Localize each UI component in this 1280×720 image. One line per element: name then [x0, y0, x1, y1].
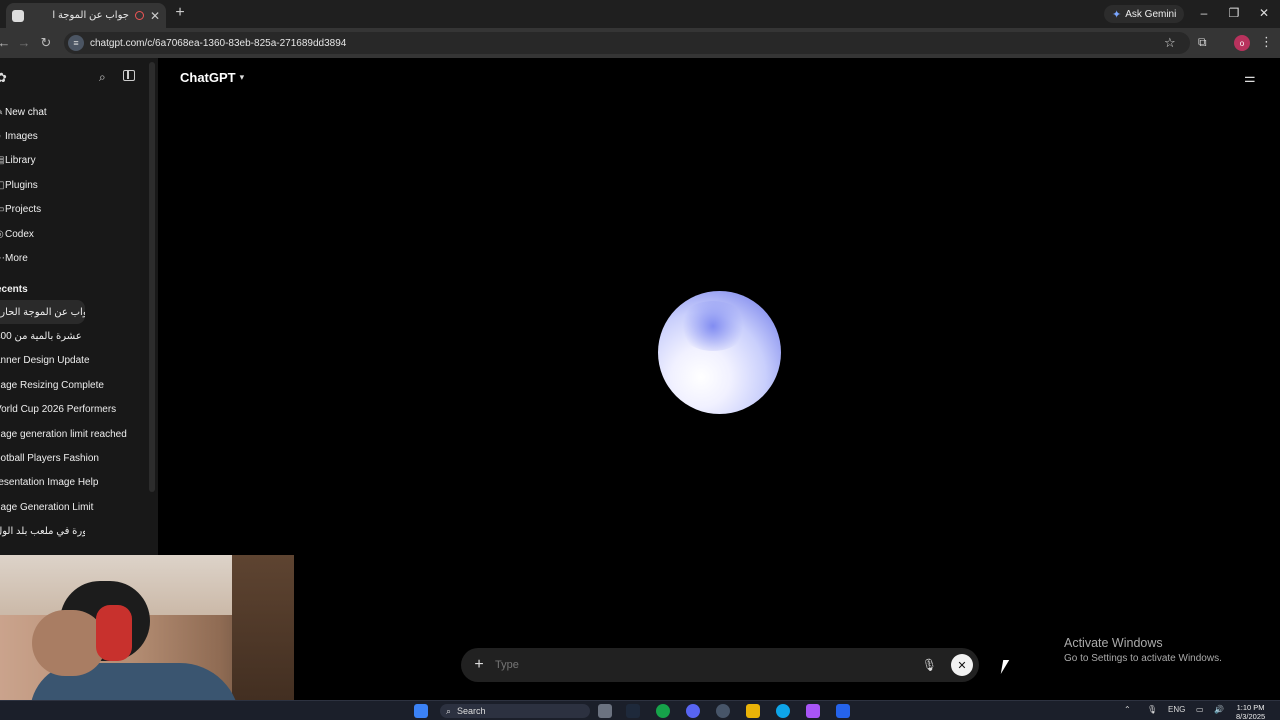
sidebar-item-label: Projects: [5, 204, 42, 216]
recent-chat-item[interactable]: صورة في ملعب بلد الول: [0, 520, 85, 544]
sidebar-item-plugins[interactable]: ◫Plugins: [0, 173, 158, 197]
recent-chat-item[interactable]: عشرة بالمية من 400: [0, 324, 85, 348]
network-icon[interactable]: ▭: [1196, 705, 1204, 714]
chatgpt-favicon-icon: [12, 9, 24, 22]
extensions-icon[interactable]: ⧉: [1198, 35, 1207, 50]
model-title: ChatGPT: [180, 70, 236, 85]
openai-logo-icon[interactable]: ✿: [0, 70, 7, 86]
sidebar-nav: ✎New chat ◌Images ▤Library ◫Plugins ▭Pro…: [0, 100, 158, 271]
mouse-cursor: [1000, 660, 1010, 674]
browser-tab[interactable]: جواب عن الموجة الحارة ✕: [6, 3, 166, 28]
recent-chat-item[interactable]: nage Generation Limit: [0, 495, 144, 519]
minimize-icon[interactable]: –: [1197, 6, 1211, 20]
clock-date: 8/3/2025: [1236, 712, 1266, 720]
sidebar-item-label: Library: [5, 155, 36, 167]
language-indicator[interactable]: ENG: [1168, 705, 1185, 714]
tray-mic-icon[interactable]: 🎙: [1147, 705, 1157, 714]
recording-indicator-icon: [134, 11, 144, 20]
recent-chat-item[interactable]: anner Design Update: [0, 349, 144, 373]
sidebar-item-label: Plugins: [5, 179, 38, 191]
browser-menu-icon[interactable]: ⋮: [1260, 34, 1273, 50]
bookmark-star-icon[interactable]: ☆: [1164, 35, 1176, 51]
webcam-door: [232, 555, 294, 719]
recent-chat-item[interactable]: Vorld Cup 2026 Performers: [0, 398, 144, 422]
gemini-sparkle-icon: ✦: [1112, 8, 1122, 21]
webcam-person-face: [32, 610, 106, 676]
edge-icon[interactable]: [776, 704, 790, 718]
sidebar-item-label: Codex: [5, 228, 34, 240]
recent-chat-item[interactable]: resentation Image Help: [0, 471, 144, 495]
obs-icon[interactable]: [716, 704, 730, 718]
sidebar-item-library[interactable]: ▤Library: [0, 149, 158, 173]
search-icon[interactable]: ⌕: [99, 70, 106, 85]
taskbar-search[interactable]: ⌕ Search: [440, 704, 590, 718]
site-info-icon[interactable]: ≡: [68, 35, 84, 51]
watermark-subtitle: Go to Settings to activate Windows.: [1064, 653, 1222, 664]
search-icon: ⌕: [446, 705, 452, 716]
recent-chat-item[interactable]: جواب عن الموجة الحارة: [0, 300, 85, 325]
voice-composer-bar: + 🎙 ✕: [461, 648, 979, 682]
browser-tab-strip: جواب عن الموجة الحارة ✕ + ✦ Ask Gemini –…: [0, 0, 1280, 28]
sidebar-item-images[interactable]: ◌Images: [0, 124, 158, 148]
store-icon[interactable]: [836, 704, 850, 718]
sidebar-item-label: New chat: [5, 106, 47, 118]
address-bar[interactable]: ≡ chatgpt.com/c/6a7068ea-1360-83eb-825a-…: [64, 32, 1190, 54]
message-input[interactable]: [495, 659, 922, 671]
forward-icon[interactable]: →: [16, 35, 32, 50]
watermark-title: Activate Windows: [1064, 636, 1163, 650]
recent-chat-item[interactable]: nage Resizing Complete: [0, 373, 144, 397]
browser-toolbar: ← → ↻ ≡ chatgpt.com/c/6a7068ea-1360-83eb…: [0, 28, 1280, 58]
restore-icon[interactable]: ❐: [1227, 6, 1241, 20]
windows-start-icon[interactable]: [414, 704, 428, 718]
webcam-headset: [96, 605, 132, 661]
microphone-icon[interactable]: 🎙: [922, 658, 937, 672]
new-tab-button[interactable]: +: [172, 4, 188, 22]
close-tab-icon[interactable]: ✕: [150, 9, 160, 23]
windows-taskbar: ⌕ Search ⌃ 🎙 ENG ▭ 🔊 1:10 PM 8/3/2025: [0, 700, 1280, 720]
sidebar-item-label: Images: [5, 131, 38, 143]
taskbar-clock[interactable]: 1:10 PM 8/3/2025: [1236, 703, 1265, 720]
voice-mode-orb: [658, 291, 781, 414]
clock-time: 1:10 PM: [1236, 703, 1265, 712]
chevron-down-icon: ▾: [239, 72, 245, 82]
activate-windows-watermark: Activate Windows Go to Settings to activ…: [1064, 636, 1222, 664]
sidebar-item-codex[interactable]: ◎Codex: [0, 222, 158, 246]
recent-chat-item[interactable]: ootball Players Fashion: [0, 446, 144, 470]
recents-heading: ecents: [0, 284, 28, 295]
ask-gemini-label: Ask Gemini: [1125, 8, 1177, 20]
recent-chat-item[interactable]: nage generation limit reached: [0, 422, 144, 446]
webcam-overlay: logi: [0, 555, 294, 719]
plus-icon[interactable]: +: [471, 656, 487, 674]
chrome-icon[interactable]: [656, 704, 670, 718]
copilot-icon[interactable]: [806, 704, 820, 718]
sidebar-item-projects[interactable]: ▭Projects: [0, 198, 158, 222]
file-explorer-icon[interactable]: [746, 704, 760, 718]
discord-icon[interactable]: [686, 704, 700, 718]
model-selector[interactable]: ChatGPT ▾: [180, 70, 244, 85]
steam-icon[interactable]: [626, 704, 640, 718]
task-view-icon[interactable]: [598, 704, 612, 718]
end-voice-button[interactable]: ✕: [951, 654, 973, 676]
sidebar-toggle-icon[interactable]: [123, 70, 135, 81]
ask-gemini-button[interactable]: ✦ Ask Gemini: [1104, 5, 1185, 23]
taskbar-search-label: Search: [457, 706, 486, 716]
sidebar-item-label: More: [5, 253, 28, 265]
url-text: chatgpt.com/c/6a7068ea-1360-83eb-825a-27…: [90, 37, 347, 49]
tray-chevron-icon[interactable]: ⌃: [1124, 705, 1131, 714]
profile-avatar[interactable]: o: [1234, 35, 1250, 51]
sidebar-item-new-chat[interactable]: ✎New chat: [0, 100, 158, 124]
sidebar-item-more[interactable]: ⋯ More: [0, 246, 158, 270]
reload-icon[interactable]: ↻: [38, 35, 54, 51]
recents-list: جواب عن الموجة الحارة عشرة بالمية من 400…: [0, 300, 144, 544]
volume-icon[interactable]: 🔊: [1214, 705, 1224, 714]
settings-sliders-icon[interactable]: ⚌: [1244, 70, 1256, 86]
back-icon[interactable]: ←: [0, 35, 12, 50]
close-window-icon[interactable]: ✕: [1257, 6, 1271, 20]
tab-title: جواب عن الموجة الحارة: [52, 10, 129, 21]
